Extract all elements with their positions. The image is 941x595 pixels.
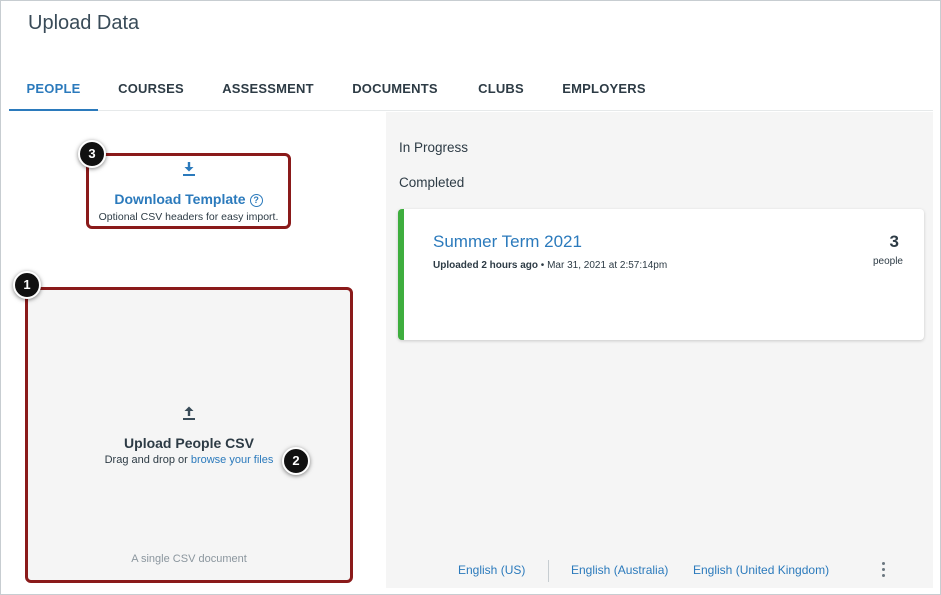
- more-options-icon[interactable]: [880, 562, 886, 580]
- language-footer: English (US) English (Australia) English…: [386, 560, 933, 582]
- upload-instructions-text: Drag and drop or: [104, 454, 191, 466]
- browse-files-link[interactable]: browse your files: [191, 454, 274, 466]
- language-divider: [548, 560, 549, 582]
- upload-card-count-label: people: [872, 256, 903, 267]
- app-window: Upload Data PEOPLE COURSES ASSESSMENT DO…: [0, 0, 941, 595]
- upload-card-timestamp: Mar 31, 2021 at 2:57:14pm: [547, 260, 668, 271]
- tab-bar: PEOPLE COURSES ASSESSMENT DOCUMENTS CLUB…: [9, 71, 933, 111]
- upload-card-title[interactable]: Summer Term 2021: [433, 232, 582, 252]
- tab-courses[interactable]: COURSES: [109, 71, 193, 111]
- tab-clubs[interactable]: CLUBS: [468, 71, 534, 111]
- upload-dropzone[interactable]: Upload People CSV Drag and drop or brows…: [25, 287, 353, 583]
- callout-badge-2: 2: [282, 447, 310, 475]
- upload-icon: [28, 405, 350, 426]
- tab-documents[interactable]: DOCUMENTS: [344, 71, 446, 111]
- completed-upload-card[interactable]: Summer Term 2021 Uploaded 2 hours ago • …: [398, 209, 924, 340]
- in-progress-heading: In Progress: [399, 140, 469, 155]
- language-english-australia[interactable]: English (Australia): [571, 563, 668, 577]
- upload-status-panel: In Progress Completed Summer Term 2021 U…: [386, 112, 933, 588]
- tab-assessment[interactable]: ASSESSMENT: [214, 71, 322, 111]
- upload-card-count: 3: [889, 232, 899, 251]
- download-template-panel: Download Template? Optional CSV headers …: [86, 153, 291, 229]
- download-template-label: Download Template: [114, 191, 246, 207]
- page-title: Upload Data: [28, 12, 140, 34]
- tab-people[interactable]: PEOPLE: [9, 71, 98, 111]
- language-english-us[interactable]: English (US): [458, 563, 525, 577]
- language-english-uk[interactable]: English (United Kingdom): [693, 563, 829, 577]
- upload-card-meta: Uploaded 2 hours ago • Mar 31, 2021 at 2…: [433, 260, 667, 271]
- help-circle-icon[interactable]: ?: [249, 194, 263, 207]
- download-icon[interactable]: [89, 161, 288, 182]
- upload-card-uploaded: Uploaded 2 hours ago: [433, 260, 539, 271]
- download-template-subtitle: Optional CSV headers for easy import.: [98, 211, 279, 223]
- callout-badge-3: 3: [78, 140, 106, 168]
- upload-card-separator: •: [538, 260, 548, 271]
- callout-badge-1: 1: [13, 271, 41, 299]
- upload-note: A single CSV document: [131, 553, 247, 565]
- completed-heading: Completed: [399, 175, 465, 190]
- tab-employers[interactable]: EMPLOYERS: [554, 71, 654, 111]
- download-template-link[interactable]: Download Template?: [89, 191, 288, 207]
